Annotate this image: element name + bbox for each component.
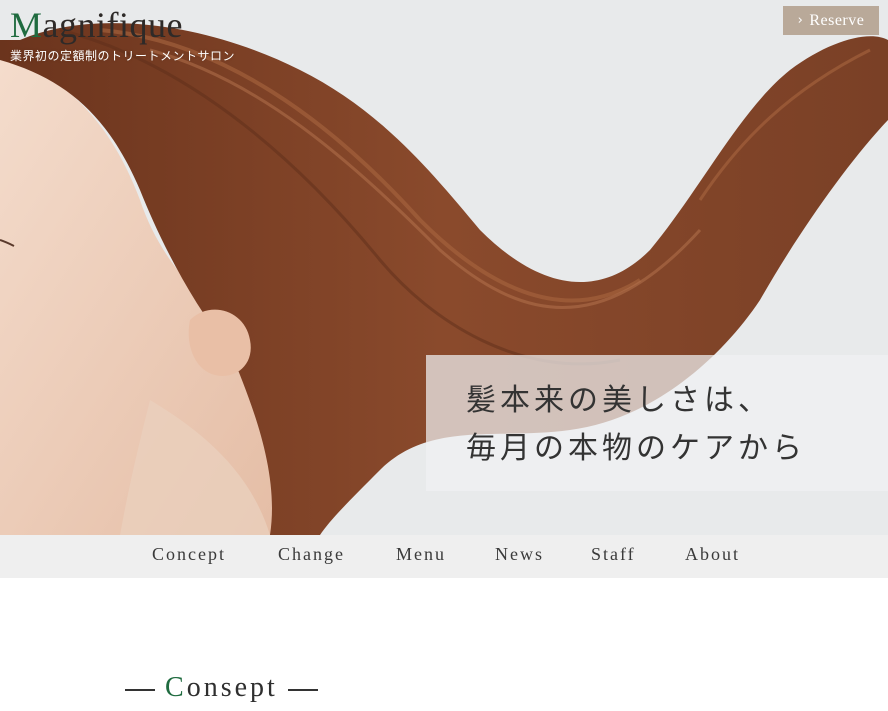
reserve-label: Reserve xyxy=(809,11,865,29)
hero-banner: Magnifique 業界初の定額制のトリートメントサロン › Reserve … xyxy=(0,0,888,535)
section-title-concept: Consept xyxy=(125,672,318,704)
logo-first-letter: M xyxy=(10,5,43,45)
nav-item-change[interactable]: Change xyxy=(278,544,345,565)
nav-item-about[interactable]: About xyxy=(685,544,740,565)
nav-item-concept[interactable]: Concept xyxy=(152,544,226,565)
nav-item-news[interactable]: News xyxy=(495,544,544,565)
section-title-first-letter: C xyxy=(165,672,187,703)
nav-item-menu[interactable]: Menu xyxy=(396,544,446,565)
global-nav: Concept Change Menu News Staff About xyxy=(0,535,888,578)
title-dash-right xyxy=(287,688,318,691)
hero-catchcopy-line-2: 毎月の本物のケアから xyxy=(466,431,806,466)
hero-catchcopy-box: 髪本来の美しさは、 毎月の本物のケアから xyxy=(426,355,888,491)
section-title-rest: onsept xyxy=(186,672,278,703)
logo[interactable]: Magnifique 業界初の定額制のトリートメントサロン xyxy=(10,4,235,64)
nav-item-staff[interactable]: Staff xyxy=(591,544,636,565)
title-dash-left xyxy=(125,688,155,691)
logo-title: Magnifique xyxy=(10,4,235,46)
logo-tagline: 業界初の定額制のトリートメントサロン xyxy=(10,49,236,63)
chevron-right-icon: › xyxy=(797,13,804,28)
reserve-button[interactable]: › Reserve xyxy=(783,6,879,35)
hero-catchcopy-line-1: 髪本来の美しさは、 xyxy=(466,383,772,418)
logo-rest: agnifique xyxy=(42,5,183,45)
